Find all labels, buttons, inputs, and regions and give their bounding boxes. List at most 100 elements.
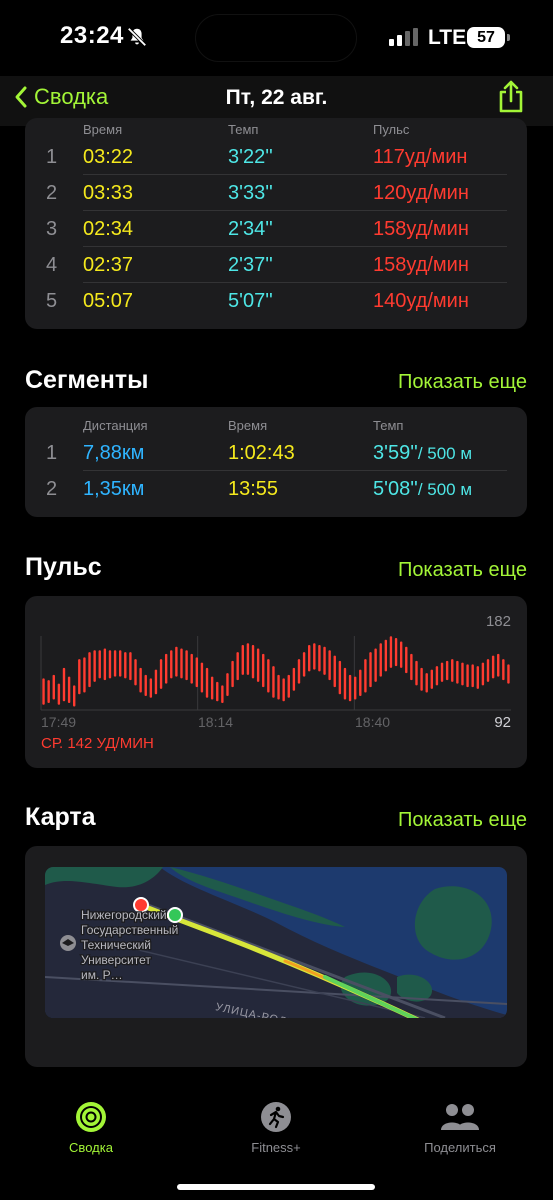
route-end-marker — [167, 907, 183, 923]
x-tick-label: 18:14 — [198, 714, 233, 730]
heart-rate-bar — [113, 650, 117, 677]
heart-rate-bar — [394, 638, 398, 667]
split-pace: 3'33'' — [228, 182, 273, 204]
heart-rate-bar — [170, 650, 173, 679]
heart-rate-bar — [410, 653, 413, 681]
heart-rate-bar — [486, 659, 490, 682]
row-index: 1 — [46, 146, 58, 168]
heart-rate-bar — [98, 650, 101, 679]
heart-rate-bar — [497, 653, 500, 677]
tab-fitness-plus[interactable]: Fitness+ — [206, 1100, 346, 1155]
heart-rate-bar — [297, 659, 301, 684]
segment-pace-value: 3'59'' — [373, 442, 418, 464]
heart-rate-bar — [129, 652, 132, 681]
heart-rate-bar — [318, 645, 321, 672]
dynamic-island — [195, 14, 357, 62]
heart-rate-bar — [308, 645, 311, 672]
split-pulse: 140уд/мин — [373, 290, 469, 312]
heart-rate-bar — [231, 660, 234, 688]
map-park — [414, 886, 492, 960]
heart-rate-bar — [221, 685, 224, 703]
heart-rate-bar — [200, 662, 204, 693]
split-pulse: 120уд/мин — [373, 182, 469, 204]
row-index: 3 — [46, 218, 58, 240]
heart-rate-bar — [282, 678, 285, 702]
svg-text:Государственный: Государственный — [81, 923, 178, 937]
heart-rate-bar — [461, 662, 464, 686]
split-time: 05:07 — [83, 290, 134, 312]
heart-rate-bar — [415, 660, 418, 686]
network-type: LTE — [428, 26, 467, 49]
heart-rate-bar — [134, 659, 137, 686]
bell-muted-icon — [127, 27, 147, 47]
segment-pace-unit: / 500 м — [417, 480, 473, 499]
heart-rate-bar — [185, 650, 188, 681]
heart-rate-bar — [118, 650, 122, 677]
tab-label: Сводка — [69, 1140, 113, 1155]
heart-rate-bar — [210, 676, 214, 700]
tab-summary[interactable]: Сводка — [21, 1100, 161, 1155]
heart-rate-bar — [159, 659, 163, 689]
heart-rate-bar — [272, 666, 275, 698]
svg-text:Технический: Технический — [81, 938, 151, 952]
table-row: 5 05:07 5'07'' 140уд/мин — [25, 283, 527, 319]
segment-time: 13:55 — [228, 478, 279, 500]
heart-rate-bar — [83, 657, 86, 693]
heart-rate-bar — [205, 667, 209, 698]
tab-label: Поделиться — [424, 1140, 496, 1155]
heart-rate-bar — [507, 664, 510, 684]
heart-rate-bar — [405, 646, 408, 674]
heart-rate-bar — [425, 673, 428, 693]
heart-rate-bar — [435, 666, 439, 686]
home-indicator — [177, 1184, 375, 1190]
heart-rate-bar — [195, 657, 199, 688]
split-time: 02:34 — [83, 218, 134, 240]
splits-header-pulse: Пульс — [373, 122, 410, 137]
heart-rate-bar — [343, 667, 347, 700]
svg-text:им. Р…: им. Р… — [81, 968, 123, 982]
segment-time: 1:02:43 — [228, 442, 295, 464]
heart-rate-bar — [374, 648, 377, 682]
heart-rate-bar — [471, 664, 474, 688]
heart-rate-bar — [430, 669, 434, 689]
battery-icon: 57 — [467, 27, 510, 48]
route-map[interactable]: Нижегородский Государственный Технически… — [45, 867, 507, 1018]
heart-rate-bar — [180, 648, 183, 679]
heart-rate-bar — [52, 674, 55, 700]
split-pace: 3'22'' — [228, 146, 273, 168]
heart-rate-bar — [476, 666, 479, 689]
split-time: 02:37 — [83, 254, 134, 276]
map-show-more-link[interactable]: Показать еще — [398, 809, 527, 832]
heart-rate-chart: 182 92 17:49 18:14 18:40 СР. 142 УД/МИН — [40, 613, 511, 752]
segments-show-more-link[interactable]: Показать еще — [398, 371, 527, 394]
pulse-card[interactable]: 182 92 17:49 18:14 18:40 СР. 142 УД/МИН — [25, 596, 527, 768]
heart-rate-bar — [389, 636, 393, 668]
map-card[interactable]: Нижегородский Государственный Технически… — [25, 846, 527, 1067]
heart-rate-bar — [175, 646, 178, 677]
svg-text:Университет: Университет — [81, 953, 151, 967]
heart-rate-bar — [124, 652, 127, 679]
status-bar: 23:24 LTE 57 — [0, 0, 553, 76]
splits-card: Время Темп Пульс 1 03:22 3'22'' 117уд/ми… — [25, 118, 527, 329]
share-icon[interactable] — [496, 80, 526, 114]
heart-rate-bar — [384, 639, 388, 672]
heart-rate-bar — [323, 646, 326, 675]
heart-rate-bar — [502, 659, 505, 681]
pulse-show-more-link[interactable]: Показать еще — [398, 559, 527, 582]
heart-rate-bar — [103, 648, 107, 681]
segments-header-distance: Дистанция — [83, 418, 148, 433]
heart-rate-bar — [445, 660, 449, 681]
heart-rate-bar — [190, 653, 193, 684]
map-title: Карта — [25, 803, 96, 831]
heart-rate-bar — [108, 650, 112, 679]
heart-rate-bar — [302, 652, 306, 677]
heart-rate-bar — [440, 662, 444, 682]
x-tick-label: 17:49 — [41, 714, 76, 730]
heart-rate-bar — [313, 643, 316, 670]
tab-sharing[interactable]: Поделиться — [390, 1100, 530, 1155]
heart-rate-bar — [139, 667, 142, 693]
heart-rate-bar — [88, 652, 91, 688]
row-index: 2 — [46, 182, 58, 204]
heart-rate-bar — [164, 653, 168, 684]
average-pulse-label: СР. 142 УД/МИН — [41, 735, 154, 752]
